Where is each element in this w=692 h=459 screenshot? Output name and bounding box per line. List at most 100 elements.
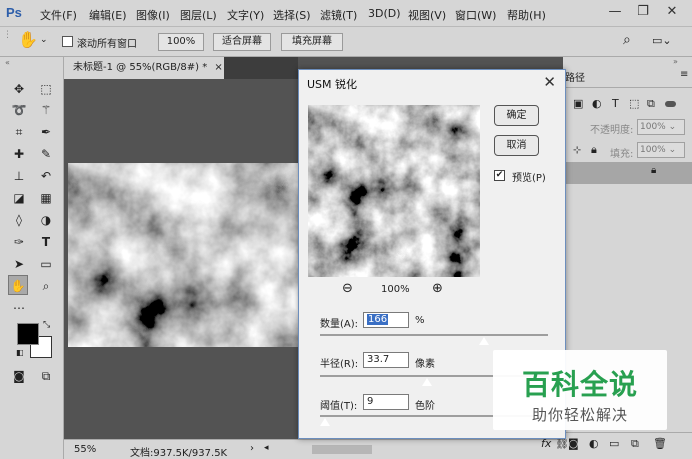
amount-slider-thumb[interactable] <box>479 337 490 345</box>
menu-file[interactable]: 文件(F) <box>40 7 77 23</box>
filter-toggle[interactable] <box>665 101 676 107</box>
close-icon[interactable]: ✕ <box>543 73 556 91</box>
gradient-tool-icon[interactable]: ▦ <box>36 188 56 208</box>
history-brush-tool-icon[interactable]: ↶ <box>36 166 56 186</box>
screen-mode-icon[interactable]: ⧉ <box>36 366 56 386</box>
move-tool-icon[interactable]: ✥ <box>9 79 29 99</box>
ok-button[interactable]: 确定 <box>494 105 539 126</box>
menu-window[interactable]: 窗口(W) <box>455 7 496 23</box>
cancel-button[interactable]: 取消 <box>494 135 539 156</box>
collapse-icon[interactable]: « <box>5 58 10 67</box>
adjustment-layer-icon[interactable]: ◐ <box>589 437 599 450</box>
new-layer-icon[interactable]: ⧉ <box>631 437 639 451</box>
close-window-button[interactable]: ✕ <box>662 2 682 22</box>
zoom-out-icon[interactable]: ⊖ <box>342 281 353 296</box>
menu-image[interactable]: 图像(I) <box>136 7 170 23</box>
workspace-icon[interactable]: ▭⌄ <box>652 34 672 47</box>
new-group-icon[interactable]: ▭ <box>609 437 619 450</box>
amount-input[interactable]: 166 <box>363 312 409 328</box>
marquee-tool-icon[interactable]: ⬚ <box>36 79 56 99</box>
hand-tool-icon[interactable]: ✋ <box>18 30 38 49</box>
threshold-input[interactable]: 9 <box>363 394 409 410</box>
chevron-down-icon[interactable]: ⌄ <box>40 35 48 45</box>
eraser-tool-icon[interactable]: ◪ <box>9 188 29 208</box>
document-canvas-area[interactable] <box>64 79 298 439</box>
divider <box>563 87 692 88</box>
fill-input[interactable]: 100% ⌄ <box>637 142 685 158</box>
crop-tool-icon[interactable]: ⌗ <box>9 122 29 142</box>
watermark-title: 百科全说 <box>521 368 638 401</box>
photoshop-logo: Ps <box>6 5 22 20</box>
opacity-input[interactable]: 100% ⌄ <box>637 119 685 135</box>
magic-wand-tool-icon[interactable]: ⚚ <box>36 100 56 120</box>
radius-input[interactable]: 33.7 <box>363 352 409 368</box>
filter-smart-icon[interactable]: ⧉ <box>647 97 655 111</box>
paths-tab[interactable]: 路径 <box>565 69 585 84</box>
blur-tool-icon[interactable]: ◊ <box>9 210 29 230</box>
dodge-tool-icon[interactable]: ◑ <box>36 210 56 230</box>
amount-unit: % <box>415 315 425 326</box>
zoom-level[interactable]: 55% <box>74 444 96 455</box>
filter-type-icon[interactable]: T <box>612 97 619 110</box>
quick-mask-icon[interactable]: ◙ <box>9 366 29 386</box>
restore-button[interactable]: ❐ <box>633 2 653 22</box>
watermark-subtitle: 助你轻松解决 <box>531 406 628 424</box>
foreground-color-swatch[interactable] <box>17 323 39 345</box>
filter-adjust-icon[interactable]: ◐ <box>592 97 602 110</box>
amount-slider-track[interactable] <box>320 334 548 336</box>
menu-layer[interactable]: 图层(L) <box>180 7 217 23</box>
panel-menu-icon[interactable]: ≡ <box>680 69 688 80</box>
fit-screen-button[interactable]: 适合屏幕 <box>213 33 271 51</box>
threshold-slider-thumb[interactable] <box>319 418 330 426</box>
menu-3d[interactable]: 3D(D) <box>368 7 401 20</box>
radius-unit: 像素 <box>415 359 435 370</box>
expand-icon[interactable]: » <box>673 57 678 66</box>
zoom-in-icon[interactable]: ⊕ <box>432 281 443 296</box>
rectangle-tool-icon[interactable]: ▭ <box>36 254 56 274</box>
menu-select[interactable]: 选择(S) <box>273 7 311 23</box>
clone-stamp-tool-icon[interactable]: ⊥ <box>9 166 29 186</box>
document-tab[interactable]: 未标题-1 @ 55%(RGB/8#) * × <box>64 57 224 79</box>
layer-row[interactable]: 🔒︎ <box>563 162 692 184</box>
menu-type[interactable]: 文字(Y) <box>227 7 264 23</box>
filter-shape-icon[interactable]: ⬚ <box>629 97 639 110</box>
filter-pixel-icon[interactable]: ▣ <box>573 97 583 110</box>
search-icon[interactable]: ⌕ <box>623 32 631 48</box>
lock-pixels-icon[interactable]: ⊹ <box>573 145 581 156</box>
zoom-100-button[interactable]: 100% <box>158 33 204 51</box>
add-mask-icon[interactable]: ◙ <box>568 437 579 450</box>
chevron-right-icon[interactable]: › <box>250 443 254 454</box>
pen-tool-icon[interactable]: ✑ <box>9 232 29 252</box>
fill-label: 填充: <box>610 149 634 160</box>
eyedropper-tool-icon[interactable]: ✒ <box>36 122 56 142</box>
radius-slider-thumb[interactable] <box>422 378 433 386</box>
path-selection-tool-icon[interactable]: ➤ <box>9 254 29 274</box>
healing-brush-tool-icon[interactable]: ✚ <box>9 144 29 164</box>
menu-view[interactable]: 视图(V) <box>408 7 446 23</box>
minimize-button[interactable]: — <box>605 2 625 22</box>
amount-label: 数量(A): <box>320 319 359 330</box>
more-tools-icon[interactable]: ⋯ <box>9 298 29 318</box>
lock-icon[interactable]: 🔒︎ <box>591 143 597 157</box>
trash-icon[interactable]: 🗑︎ <box>653 437 667 450</box>
menu-filter[interactable]: 滤镜(T) <box>320 7 357 23</box>
swap-colors-icon[interactable]: ⤡ <box>43 320 50 330</box>
scroll-left-icon[interactable]: ◂ <box>264 443 269 453</box>
document-info: 文档:937.5K/937.5K <box>130 448 228 459</box>
hand-tool-icon[interactable]: ✋ <box>8 275 28 295</box>
scroll-all-windows-checkbox[interactable] <box>62 36 73 47</box>
close-tab-icon[interactable]: × <box>214 62 222 73</box>
preview-image[interactable] <box>308 105 480 277</box>
zoom-tool-icon[interactable]: ⌕ <box>36 276 56 296</box>
menu-edit[interactable]: 编辑(E) <box>89 7 127 23</box>
document-tab-title: 未标题-1 @ 55%(RGB/8#) * <box>73 62 208 73</box>
brush-tool-icon[interactable]: ✎ <box>36 144 56 164</box>
default-colors-icon[interactable]: ◧ <box>16 348 24 357</box>
opacity-label: 不透明度: <box>590 125 634 136</box>
horizontal-scrollbar[interactable] <box>312 445 372 454</box>
menu-help[interactable]: 帮助(H) <box>507 7 546 23</box>
type-tool-icon[interactable]: T <box>36 232 56 252</box>
fill-screen-button[interactable]: 填充屏幕 <box>281 33 343 51</box>
preview-checkbox[interactable]: ✔ <box>494 170 505 181</box>
lasso-tool-icon[interactable]: ➰ <box>9 100 29 120</box>
